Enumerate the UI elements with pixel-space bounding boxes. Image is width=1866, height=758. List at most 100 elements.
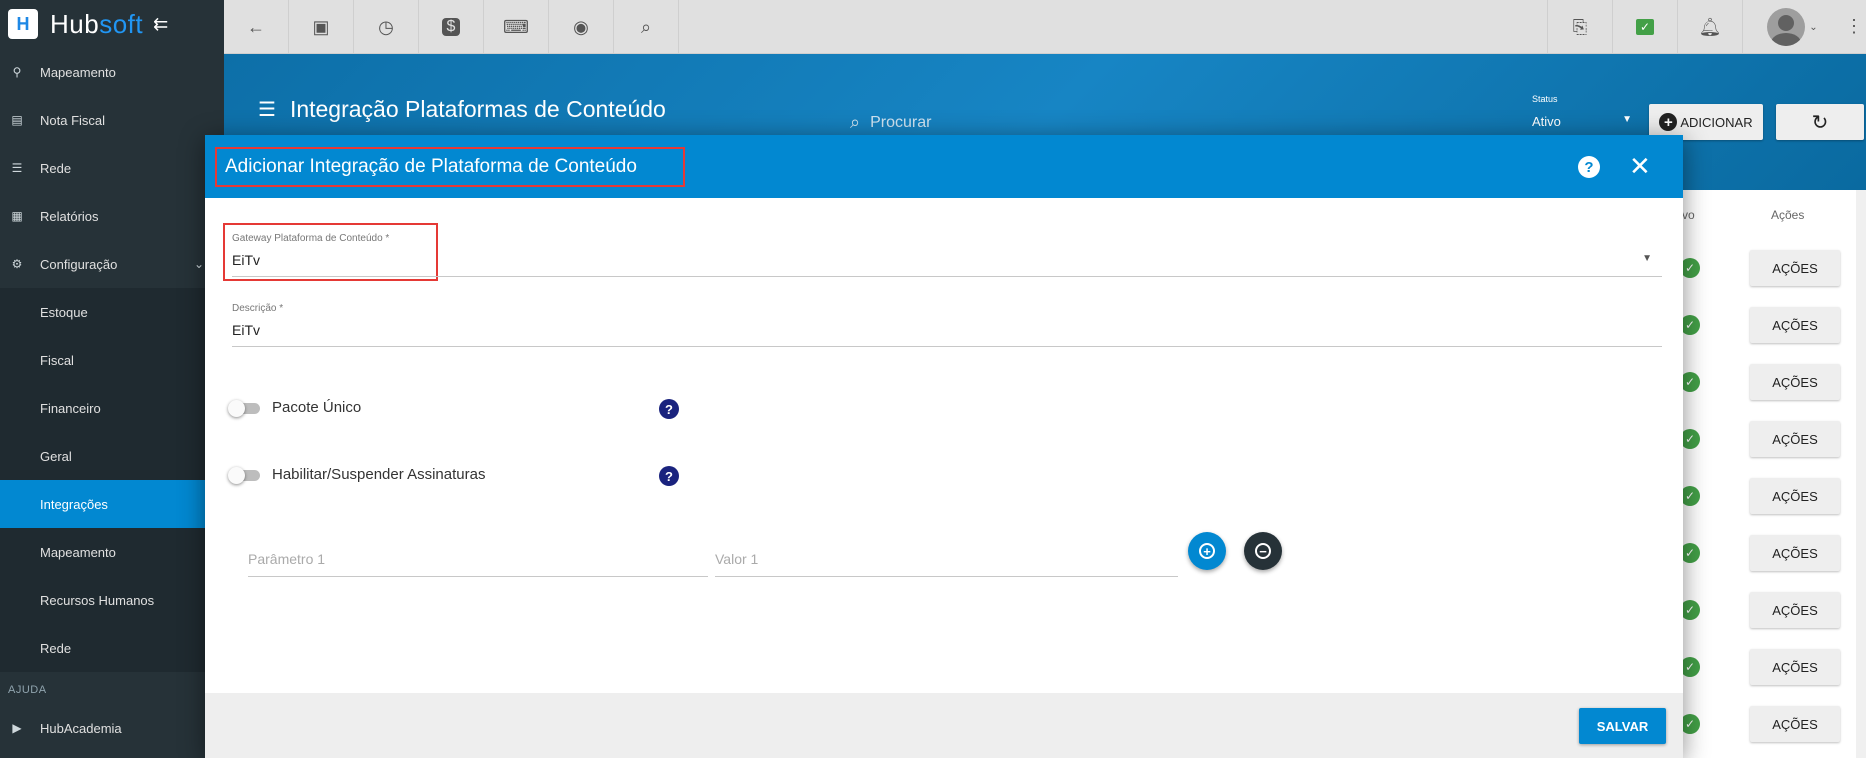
- sidebar-item-recursos-humanos[interactable]: Recursos Humanos: [0, 576, 224, 624]
- contact-card-icon[interactable]: ▣: [289, 0, 354, 54]
- gateway-value: EiTv: [232, 252, 260, 268]
- configuracao-submenu: Estoque Fiscal Financeiro Geral Integraç…: [0, 288, 224, 672]
- sidebar-item-label: Configuração: [40, 256, 118, 272]
- eye-icon[interactable]: ◉: [549, 0, 614, 54]
- remove-parameter-button[interactable]: −: [1244, 532, 1282, 570]
- collapse-menu-icon[interactable]: ⇇: [153, 14, 168, 35]
- active-check-icon: ✓: [1680, 429, 1700, 449]
- play-icon: ▶: [12, 721, 22, 735]
- column-header-acoes: Ações: [1771, 208, 1805, 222]
- save-button[interactable]: SALVAR: [1579, 708, 1666, 744]
- sidebar-item-nota-fiscal[interactable]: ▤ Nota Fiscal: [0, 96, 224, 144]
- calendar-clock-icon[interactable]: ◷: [354, 0, 419, 54]
- add-parameter-button[interactable]: +: [1188, 532, 1226, 570]
- valor-input[interactable]: Valor 1: [715, 545, 1178, 577]
- row-actions-button[interactable]: AÇÕES: [1750, 592, 1840, 628]
- avatar-icon: [1767, 8, 1806, 46]
- dollar-icon[interactable]: $: [419, 0, 484, 54]
- back-arrow-icon[interactable]: ←: [224, 0, 289, 54]
- assinaturas-toggle[interactable]: [228, 466, 262, 484]
- dialog-header: Adicionar Integração de Plataforma de Co…: [205, 135, 1683, 198]
- descricao-field[interactable]: Descrição * EiTv: [232, 303, 1662, 347]
- row-actions-button[interactable]: AÇÕES: [1750, 706, 1840, 742]
- search-icon[interactable]: ⌕: [614, 0, 679, 54]
- row-actions-button[interactable]: AÇÕES: [1750, 364, 1840, 400]
- plus-icon: +: [1659, 113, 1678, 131]
- report-icon: ▦: [11, 209, 23, 223]
- active-check-icon: ✓: [1680, 657, 1700, 677]
- page-title: ☰ Integração Plataformas de Conteúdo: [258, 96, 666, 122]
- sidebar-item-financeiro[interactable]: Financeiro: [0, 384, 224, 432]
- sidebar-item-rede[interactable]: ☰ Rede: [0, 144, 224, 192]
- row-actions-button[interactable]: AÇÕES: [1750, 649, 1840, 685]
- dialog-title: Adicionar Integração de Plataforma de Co…: [215, 147, 685, 187]
- row-actions-button[interactable]: AÇÕES: [1750, 250, 1840, 286]
- active-check-icon: ✓: [1680, 258, 1700, 278]
- dropdown-arrow-icon: ▼: [1642, 253, 1652, 264]
- sidebar-item-hubacademia[interactable]: ▶ HubAcademia: [0, 708, 224, 748]
- chevron-down-icon: ⌄: [193, 257, 204, 271]
- close-icon[interactable]: ✕: [1629, 151, 1651, 181]
- sidebar-item-label: Relatórios: [40, 208, 99, 224]
- sidebar-section-ajuda: AJUDA: [8, 684, 47, 696]
- question-icon[interactable]: ?: [659, 399, 679, 419]
- descricao-label: Descrição *: [232, 303, 284, 314]
- search-icon: ⌕: [850, 112, 861, 132]
- sidebar-item-fiscal[interactable]: Fiscal: [0, 336, 224, 384]
- row-actions-button[interactable]: AÇÕES: [1750, 478, 1840, 514]
- assinaturas-label: Habilitar/Suspender Assinaturas: [272, 466, 486, 483]
- terminal-icon[interactable]: ⌨: [484, 0, 549, 54]
- dialog-footer: SALVAR: [205, 693, 1683, 758]
- chat-check-icon[interactable]: ✓: [1612, 0, 1677, 54]
- search-placeholder: Procurar: [870, 113, 932, 131]
- map-pin-icon: ⚲: [12, 65, 22, 79]
- descricao-value: EiTv: [232, 322, 260, 338]
- active-check-icon: ✓: [1680, 543, 1700, 563]
- pacote-unico-row: Pacote Único: [228, 399, 361, 417]
- parametro-input[interactable]: Parâmetro 1: [248, 545, 708, 577]
- active-check-icon: ✓: [1680, 600, 1700, 620]
- sidebar-item-estoque[interactable]: Estoque: [0, 288, 224, 336]
- refresh-button[interactable]: ↻: [1776, 104, 1864, 140]
- help-icon[interactable]: ?: [1578, 156, 1600, 178]
- pdf-icon[interactable]: ⎘: [1547, 0, 1612, 54]
- user-avatar[interactable]: ⌄: [1742, 0, 1842, 54]
- gateway-label: Gateway Plataforma de Conteúdo *: [232, 233, 390, 244]
- row-actions-button[interactable]: AÇÕES: [1750, 307, 1840, 343]
- active-check-icon: ✓: [1680, 372, 1700, 392]
- status-select[interactable]: Ativo ▼: [1532, 114, 1632, 129]
- bell-icon[interactable]: 🔔︎: [1677, 0, 1742, 54]
- sidebar-item-configuracao[interactable]: ⚙ Configuração ⌄: [0, 240, 224, 288]
- brand-name: Hubsoft: [50, 8, 144, 39]
- search-input[interactable]: ⌕ Procurar: [850, 112, 931, 133]
- sidebar-item-label: Nota Fiscal: [40, 112, 106, 128]
- plus-circle-icon: +: [1199, 543, 1215, 559]
- sidebar: H Hubsoft ⇇ ⚲ Mapeamento ▤ Nota Fiscal ☰ Re…: [0, 0, 224, 758]
- sidebar-item-rede-config[interactable]: Rede: [0, 624, 224, 672]
- sidebar-item-geral[interactable]: Geral: [0, 432, 224, 480]
- sidebar-item-relatorios[interactable]: ▦ Relatórios: [0, 192, 224, 240]
- active-check-icon: ✓: [1680, 486, 1700, 506]
- add-integration-dialog: Adicionar Integração de Plataforma de Co…: [205, 135, 1683, 758]
- sidebar-item-mapeamento[interactable]: ⚲ Mapeamento: [0, 48, 224, 96]
- row-actions-button[interactable]: AÇÕES: [1750, 535, 1840, 571]
- question-icon[interactable]: ?: [659, 466, 679, 486]
- gear-icon: ⚙: [11, 257, 23, 271]
- document-icon: ▤: [11, 113, 23, 127]
- sidebar-item-integracoes[interactable]: Integrações: [0, 480, 224, 528]
- dropdown-arrow-icon: ▼: [1622, 114, 1632, 125]
- sidebar-item-label: Mapeamento: [40, 64, 116, 80]
- list-icon: ☰: [258, 99, 276, 121]
- row-actions-button[interactable]: AÇÕES: [1750, 421, 1840, 457]
- logo[interactable]: H Hubsoft ⇇: [0, 0, 224, 48]
- status-label: Status: [1532, 94, 1558, 104]
- scrollbar[interactable]: [1856, 190, 1866, 758]
- sidebar-item-label: Rede: [40, 160, 72, 176]
- sidebar-item-mapeamento-config[interactable]: Mapeamento: [0, 528, 224, 576]
- pacote-unico-toggle[interactable]: [228, 399, 262, 417]
- gateway-select[interactable]: Gateway Plataforma de Conteúdo * EiTv ▼: [232, 233, 1662, 277]
- minus-circle-icon: −: [1255, 543, 1271, 559]
- more-options-icon[interactable]: ⋮: [1842, 0, 1866, 53]
- sidebar-item-label: HubAcademia: [40, 720, 122, 736]
- hubsoft-logo-icon: H: [8, 9, 38, 39]
